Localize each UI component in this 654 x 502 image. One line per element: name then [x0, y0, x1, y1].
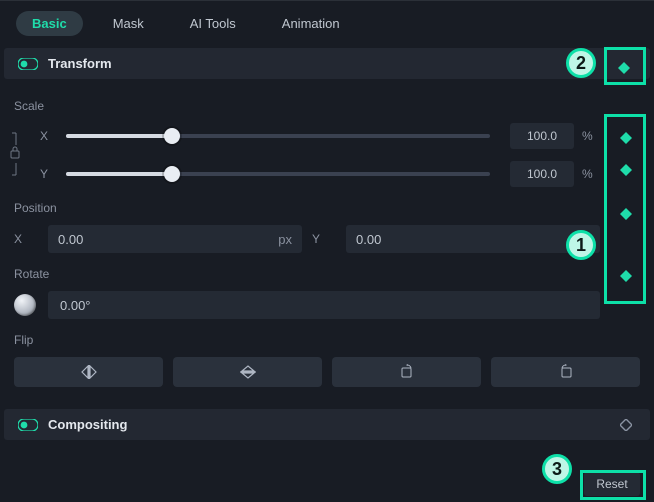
compositing-title: Compositing — [48, 417, 127, 432]
transform-title: Transform — [48, 56, 112, 71]
position-y-value: 0.00 — [356, 232, 381, 247]
transform-keyframe-icon[interactable] — [618, 62, 630, 74]
flip-horizontal-button[interactable] — [14, 357, 163, 387]
reset-button[interactable]: Reset — [584, 472, 640, 496]
flip-label: Flip — [14, 333, 640, 347]
tab-animation[interactable]: Animation — [266, 11, 356, 36]
transform-panel: Scale X 100.0 % Y 100.0 % Positio — [0, 79, 654, 387]
position-y-label: Y — [312, 232, 328, 246]
position-y-input[interactable]: 0.00 px — [346, 225, 600, 253]
scale-y-keyframe-icon[interactable] — [620, 164, 632, 176]
annotation-3: 3 — [542, 454, 572, 484]
scale-x-value[interactable]: 100.0 — [510, 123, 574, 149]
position-x-unit: px — [278, 232, 292, 247]
position-keyframe-icon[interactable] — [620, 208, 632, 220]
position-x-input[interactable]: 0.00 px — [48, 225, 302, 253]
flip-vertical-button[interactable] — [173, 357, 322, 387]
tab-basic[interactable]: Basic — [16, 11, 83, 36]
keyframe-column — [620, 132, 632, 282]
rotate-keyframe-icon[interactable] — [620, 270, 632, 282]
scale-y-label: Y — [40, 167, 56, 181]
compositing-keyframe-icon[interactable] — [620, 419, 632, 431]
compositing-header[interactable]: Compositing — [4, 409, 650, 440]
scale-y-unit: % — [582, 167, 600, 181]
position-x-value: 0.00 — [58, 232, 83, 247]
position-x-label: X — [14, 232, 30, 246]
rotate-cw-button[interactable] — [491, 357, 640, 387]
scale-x-unit: % — [582, 129, 600, 143]
rotate-dial[interactable] — [14, 294, 36, 316]
transform-header[interactable]: Transform — [4, 48, 650, 79]
tab-mask[interactable]: Mask — [97, 11, 160, 36]
scale-lock-icon[interactable] — [10, 123, 22, 185]
rotate-label: Rotate — [14, 267, 640, 281]
scale-x-slider[interactable] — [66, 134, 490, 138]
tabs: Basic Mask AI Tools Animation — [0, 0, 654, 48]
position-y-unit: px — [576, 232, 590, 247]
scale-y-value[interactable]: 100.0 — [510, 161, 574, 187]
scale-y-slider[interactable] — [66, 172, 490, 176]
compositing-toggle-icon[interactable] — [18, 419, 38, 431]
tab-ai-tools[interactable]: AI Tools — [174, 11, 252, 36]
scale-x-keyframe-icon[interactable] — [620, 132, 632, 144]
transform-toggle-icon[interactable] — [18, 58, 38, 70]
rotate-ccw-button[interactable] — [332, 357, 481, 387]
rotate-value[interactable]: 0.00° — [48, 291, 600, 319]
scale-label: Scale — [14, 99, 640, 113]
scale-x-label: X — [40, 129, 56, 143]
position-label: Position — [14, 201, 640, 215]
